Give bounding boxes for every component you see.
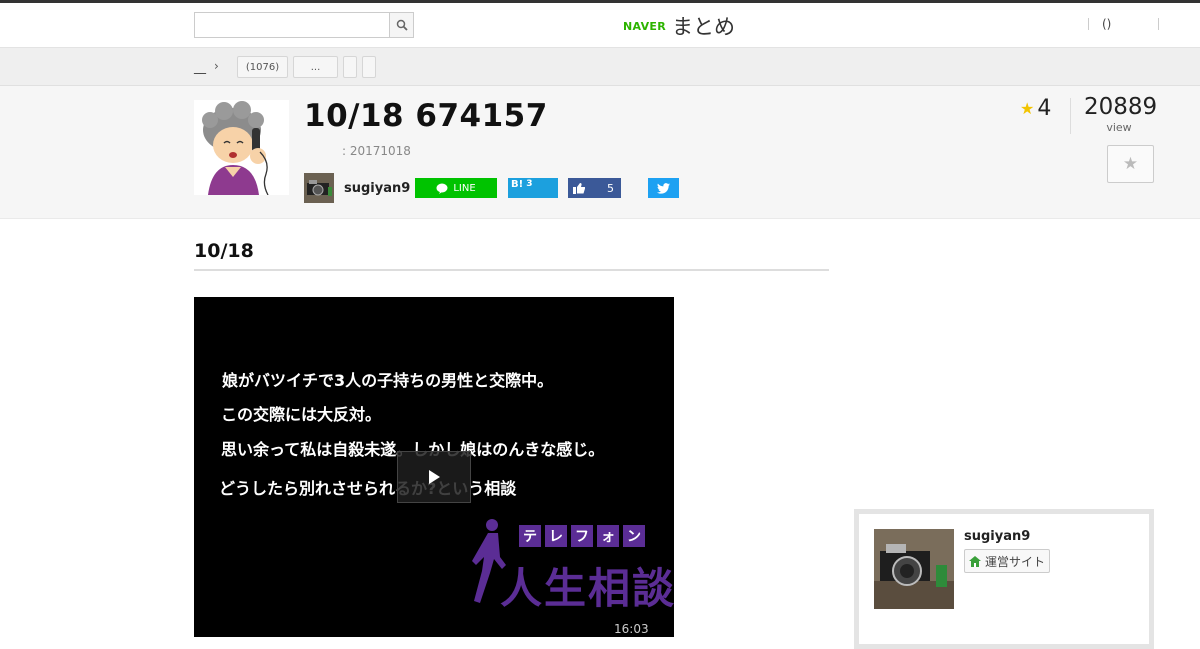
author-avatar[interactable] [304,173,334,203]
created-date: : 20171018 [342,144,411,158]
twitter-bird-icon [657,182,670,194]
tel-char: ン [623,525,645,547]
author-profile-image[interactable] [874,529,954,609]
hatena-bookmark-button[interactable]: B! 3 [508,178,558,198]
page-title: 10/18 674157 [304,98,548,134]
hatena-count: 3 [526,179,533,189]
site-header: NAVER まとめ () [0,3,1200,48]
thumbs-up-icon [573,182,585,194]
tel-char: ォ [597,525,619,547]
breadcrumb-home-link[interactable]: __ [194,60,206,74]
author-name-link[interactable]: sugiyan9 [344,181,410,196]
video-play-button[interactable] [397,451,471,503]
line-share-button[interactable]: LINE [415,178,497,198]
site-link-label: 運営サイト [984,554,1045,569]
matome-wordmark: まとめ [671,15,735,39]
search-button[interactable] [389,13,413,37]
video-duration: 16:03 [614,622,649,636]
view-count-label: view [1106,121,1132,134]
header-user-area: () [1088,17,1160,31]
play-icon [429,470,440,484]
twitter-share-button[interactable] [648,178,679,198]
hatena-icon: B! [511,179,524,190]
telephone-label: テ レ フ ォ ン [519,525,645,547]
tag-chip[interactable]: ... [293,56,338,78]
search-box [194,12,414,38]
video-caption-line: この交際には大反対。 [221,405,382,424]
video-caption-line: どうしたら別れさせられるか?という相談 [219,479,517,498]
author-profile-card: sugiyan9 運営サイト [854,509,1154,649]
favorite-count-value: 4 [1037,96,1052,121]
video-caption-line: 娘がバツイチで3人の子持ちの男性と交際中。 [222,371,554,390]
tag-chip[interactable] [343,56,357,78]
star-outline-icon: ★ [1122,154,1139,174]
add-favorite-button[interactable]: ★ [1107,145,1154,183]
star-icon: ★ [1020,99,1035,118]
facebook-like-count: 5 [607,181,614,195]
header-login-link[interactable]: () [1089,17,1120,31]
line-icon [436,183,448,194]
camera-photo [874,529,954,609]
tag-chip[interactable]: (1076) [237,56,288,78]
site-link-button[interactable]: 運営サイト [964,549,1050,573]
view-count: 20889 [1084,94,1158,120]
search-icon [396,19,408,31]
program-title: 人生相談 [500,564,674,613]
naver-matome-logo[interactable]: NAVER まとめ [623,11,735,41]
grandma-phone-illustration [194,100,289,195]
youtube-video-player[interactable]: 娘がバツイチで3人の子持ちの男性と交際中。 この交際には大反対。 思い余って私は… [194,297,674,637]
breadcrumb-chevron-icon: › [214,59,219,73]
header-divider [1158,18,1160,30]
favorite-count: ★ 4 [1020,96,1051,121]
article-thumbnail [194,100,289,195]
breadcrumb: __ › (1076) ... [0,48,1200,86]
search-input[interactable] [195,13,389,37]
tel-char: レ [545,525,567,547]
section-heading: 10/18 [194,240,829,271]
tel-char: フ [571,525,593,547]
facebook-like-button[interactable]: 5 [568,178,621,198]
house-icon [968,555,981,567]
naver-wordmark: NAVER [623,19,666,33]
article-header: 10/18 674157 : 20171018 sugiyan9 LINE B!… [0,86,1200,219]
stats-divider [1070,98,1071,134]
tag-chip[interactable] [362,56,376,78]
camera-photo [304,173,334,203]
line-share-label: LINE [453,182,476,194]
sidebar-author-name[interactable]: sugiyan9 [964,529,1030,544]
author-info: sugiyan9 [304,173,410,203]
tel-char: テ [519,525,541,547]
